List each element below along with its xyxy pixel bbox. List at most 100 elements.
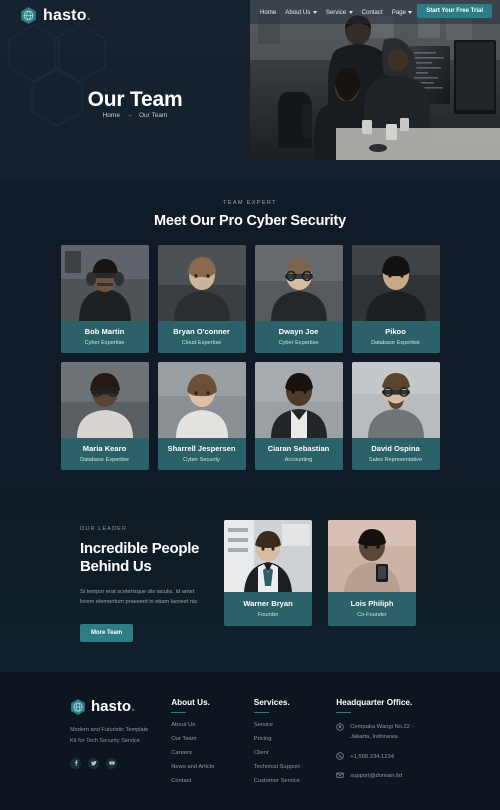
leader-info: Lois Philiph Co-Founder [328,592,416,626]
member-info: Bryan O'conner Cloud Expertise [158,321,246,353]
member-info: Maria Kearo Database Expertise [61,438,149,470]
member-info: Ciaran Sebastian Accounting [255,438,343,470]
footer-link-our-team[interactable]: Our Team [171,736,234,742]
leader-card[interactable]: Lois Philiph Co-Founder [328,520,416,626]
footer-link-customer-service[interactable]: Customer Service [254,778,317,784]
footer-logo-text: hasto. [91,698,136,716]
breadcrumb-home[interactable]: Home [103,112,120,119]
nav-label: Service [325,8,347,16]
footer-office-column: Headquarter Office. Cempaka Wangi No.22 … [336,698,430,793]
footer-link-contact[interactable]: Contact [171,778,234,784]
chevron-down-icon [312,10,317,14]
start-free-trial-button[interactable]: Start Your Free Trial [417,4,492,18]
hexagon-globe-icon [21,7,36,24]
site-logo[interactable]: hasto. [20,6,91,25]
envelope-icon [336,772,344,778]
nav-item-home[interactable]: Home [260,9,276,16]
footer-columns: hasto. Modern and Futuristic Template Ki… [70,698,430,793]
social-links [70,757,151,769]
member-name: Pikoo [385,327,406,336]
footer-link-careers[interactable]: Careers [171,750,234,756]
breadcrumb-current: Our Team [138,112,168,119]
footer-section: hasto. Modern and Futuristic Template Ki… [0,671,500,810]
nav-item-service[interactable]: Service [326,9,353,16]
member-role: Cyber Security [183,457,220,463]
leader-name: Lois Philiph [350,599,394,608]
nav-items: Home About Us Service Contact Page [250,9,413,16]
team-card[interactable]: Ciaran Sebastian Accounting [254,362,343,470]
member-photo [60,362,149,438]
youtube-icon[interactable] [106,757,117,769]
nav-label: Contact [361,8,383,16]
footer-link-technical-support[interactable]: Technical Support [254,764,317,770]
leader-cards: Warner Bryan Founder Lois Philiph Co-Fou… [224,520,416,626]
member-name: Bob Martin [84,327,125,336]
chevron-down-icon [408,10,413,14]
member-name: Ciaran Sebastian [267,444,330,453]
top-navigation: Home About Us Service Contact Page Start… [250,0,500,24]
leader-section: OUR LEADER Incredible People Behind Us S… [0,492,500,672]
leader-photo [224,520,312,592]
leader-photo [328,520,416,592]
team-card[interactable]: Dwayn Joe Cyber Expertise [254,245,343,353]
footer-office-heading: Headquarter Office. [336,697,413,707]
nav-item-contact[interactable]: Contact [362,9,383,16]
twitter-icon[interactable] [88,757,99,769]
nav-label: Home [260,8,277,16]
leader-role: Founder [257,612,279,618]
hexagon-globe-icon [71,698,85,715]
member-photo [254,245,343,321]
page-root: hasto. Home About Us Service Contact Pag… [0,0,500,810]
footer-link-about-us[interactable]: About Us [171,722,234,728]
team-card[interactable]: Pikoo Database Expertise [351,245,440,353]
member-info: David Ospina Sales Representative [352,438,440,470]
heading-underline [336,711,352,714]
team-grid-row-1: Bob Martin Cyber Expertise Bryan O'conne… [0,245,500,353]
footer-services-heading: Services. [253,697,290,707]
member-photo [351,362,440,438]
leader-inner: OUR LEADER Incredible People Behind Us S… [80,520,420,642]
member-name: Sharrell Jespersen [167,444,236,453]
office-address: Cempaka Wangi No.22 - Jakarta, Indonesia [336,722,430,742]
member-photo [60,245,149,321]
nav-item-page[interactable]: Page [392,9,413,16]
member-photo [351,245,440,321]
nav-label: About Us [285,8,311,16]
leader-card[interactable]: Warner Bryan Founder [224,520,312,626]
office-email-text: support@domain.ltd [350,772,403,779]
facebook-icon[interactable] [70,757,81,769]
office-phone[interactable]: +1.509.234.1234 [336,752,430,762]
breadcrumb: Home → Our Team [0,112,270,119]
leader-copy: OUR LEADER Incredible People Behind Us S… [80,520,210,642]
more-team-button[interactable]: More Team [80,623,134,642]
logo-text: hasto. [43,6,92,24]
nav-item-about-us[interactable]: About Us [285,9,317,16]
team-card[interactable]: Bob Martin Cyber Expertise [60,245,149,353]
leader-paragraph: Si tempor erat scelerisque dis iaculis. … [80,588,199,606]
footer-services-column: Services. Service Pricing Client Technic… [253,697,317,793]
footer-about-column: About Us. About Us Our Team Careers News… [171,698,234,793]
team-card[interactable]: Bryan O'conner Cloud Expertise [157,245,246,353]
footer-link-pricing[interactable]: Pricing [254,736,317,742]
footer-link-client[interactable]: Client [254,750,317,756]
breadcrumb-separator-icon: → [125,112,133,119]
member-role: Cyber Expertise [278,340,319,346]
team-section-title: Meet Our Pro Cyber Security [153,213,347,229]
footer-link-service[interactable]: Service [254,722,317,728]
team-card[interactable]: David Ospina Sales Representative [351,362,440,470]
leader-info: Warner Bryan Founder [224,592,312,626]
member-role: Sales Representative [368,457,423,463]
leader-role: Co-Founder [357,612,387,618]
footer-logo[interactable]: hasto. [70,698,151,716]
office-email[interactable]: support@domain.ltd [336,771,430,781]
member-name: Bryan O'conner [173,327,230,336]
member-role: Cyber Expertise [84,340,125,346]
team-card[interactable]: Maria Kearo Database Expertise [60,362,149,470]
member-role: Accounting [284,457,313,463]
member-photo [157,362,246,438]
member-name: David Ospina [371,444,420,453]
footer-link-news-and-article[interactable]: News and Article [171,764,234,770]
team-card[interactable]: Sharrell Jespersen Cyber Security [157,362,246,470]
member-photo [254,362,343,438]
member-photo [157,245,246,321]
